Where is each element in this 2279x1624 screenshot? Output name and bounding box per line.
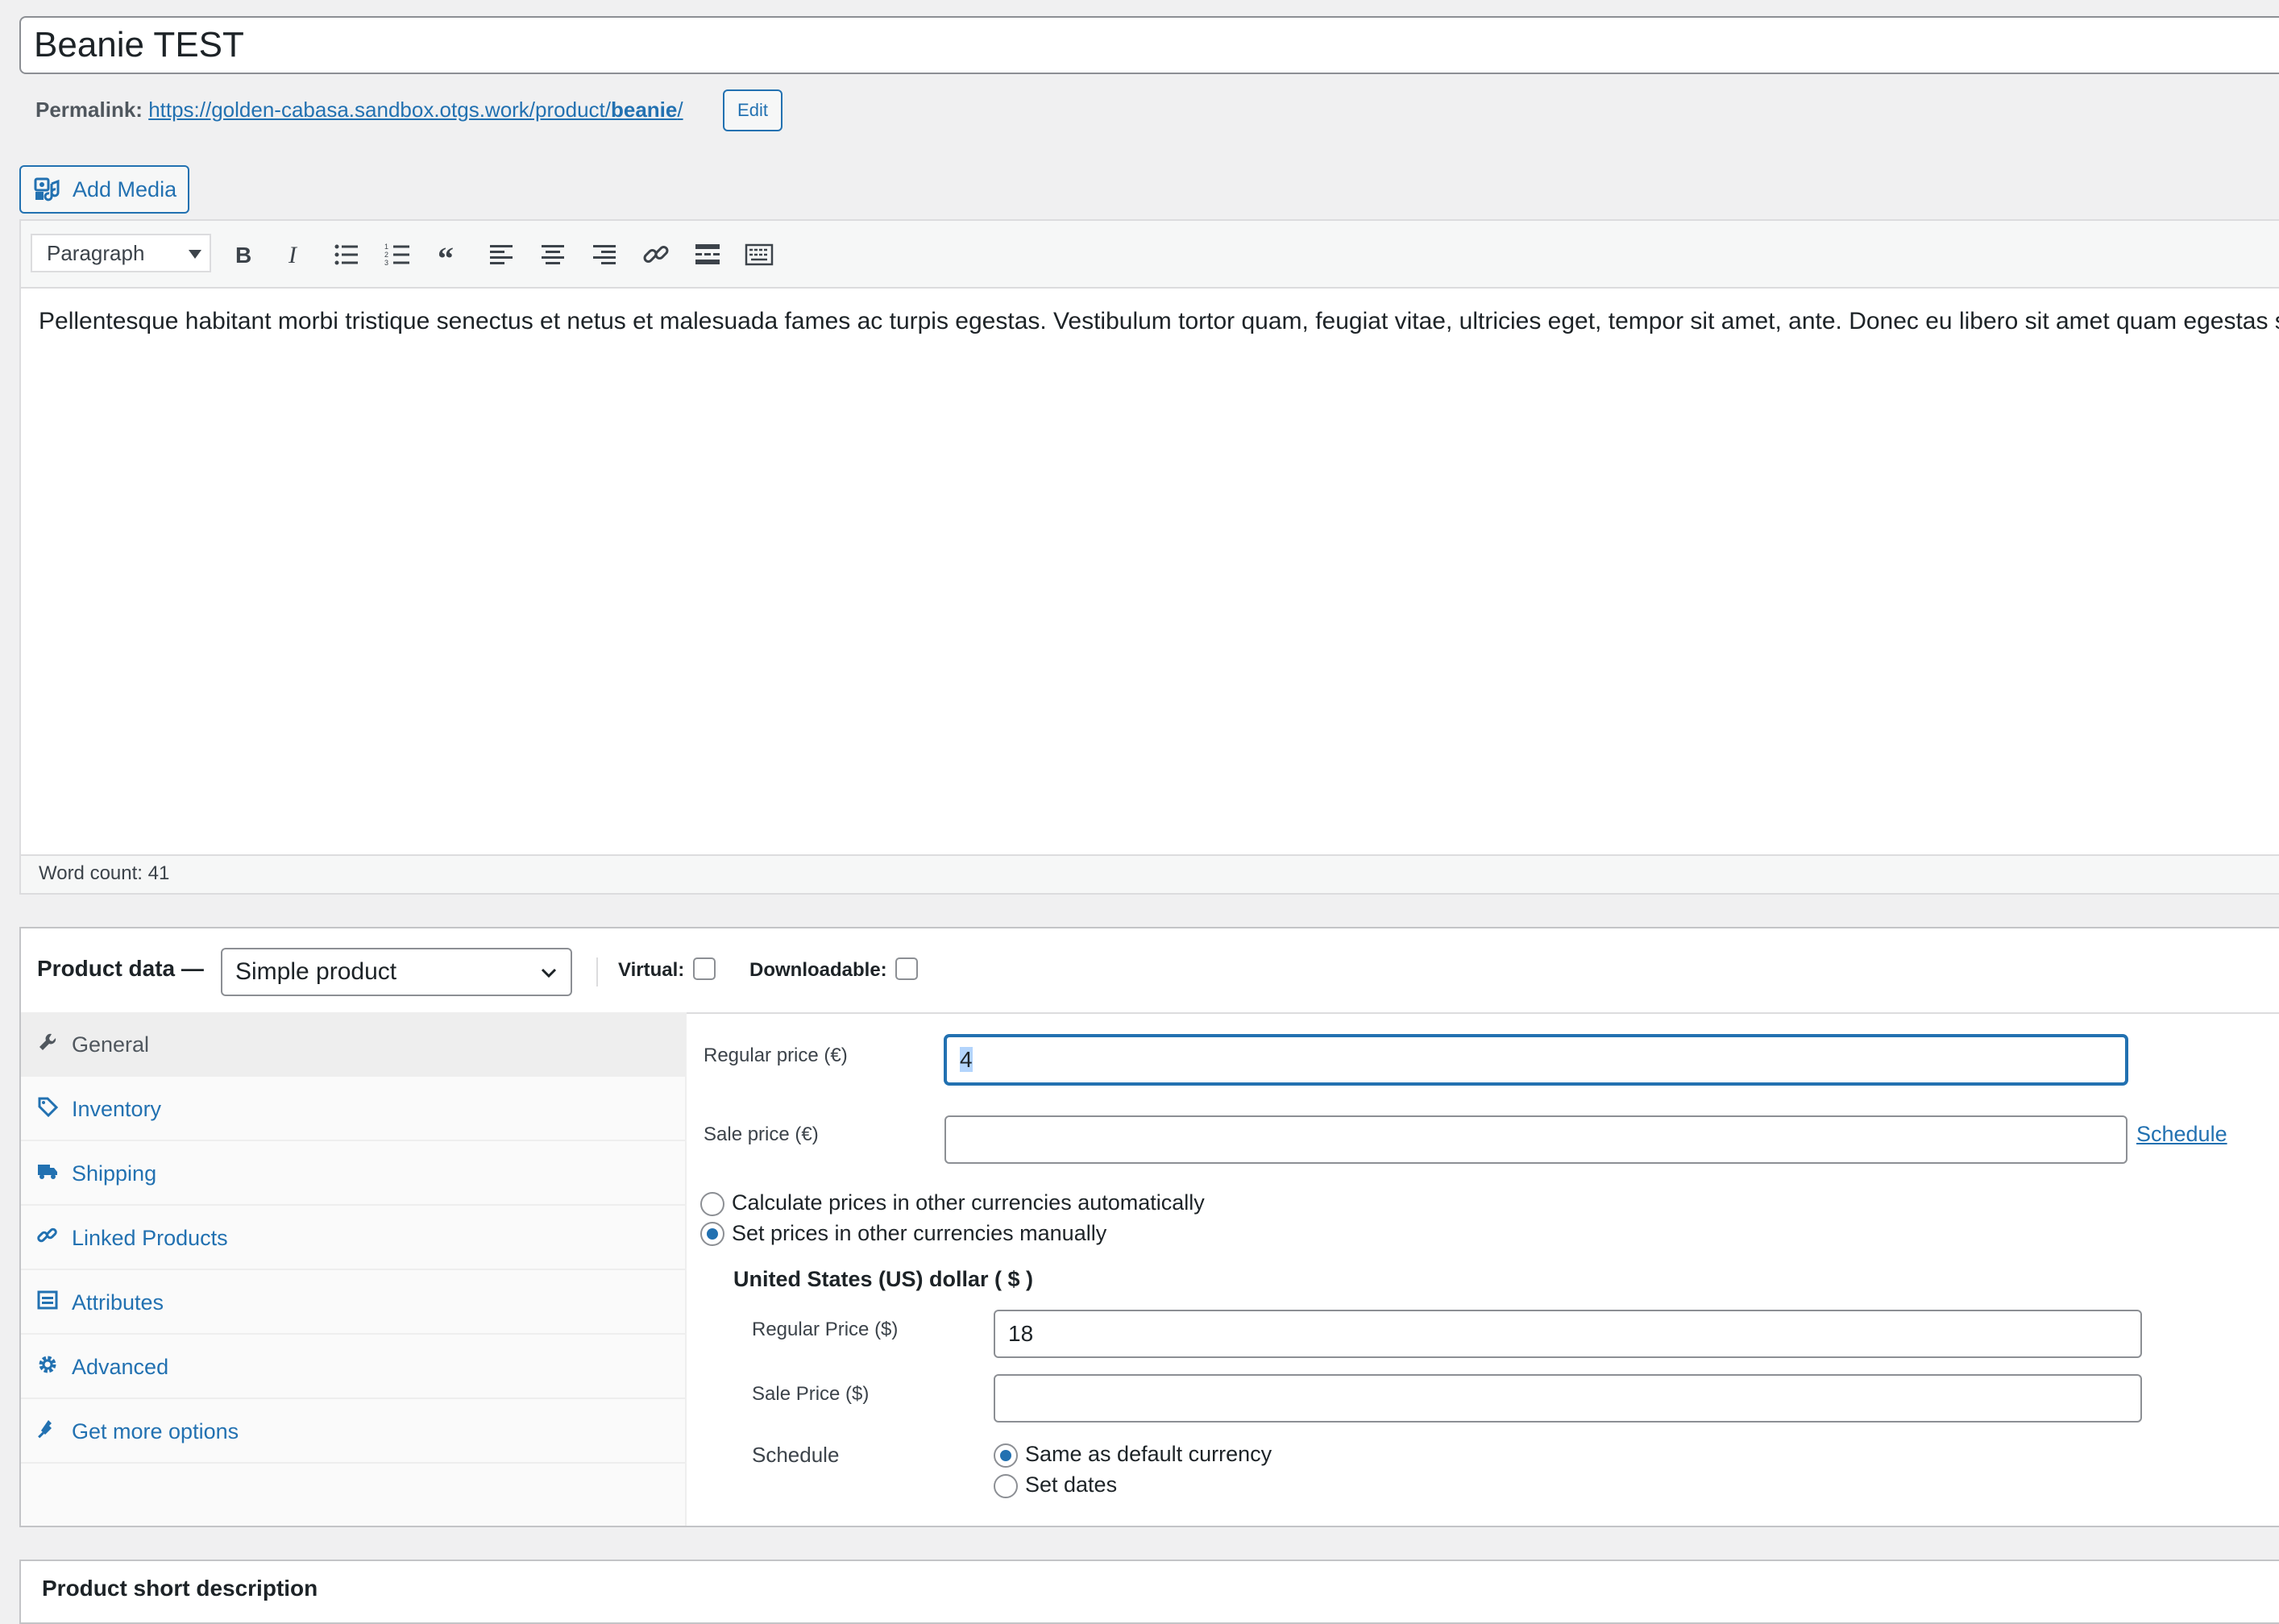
editor-content[interactable]: Pellentesque habitant morbi tristique se…: [39, 305, 2279, 339]
bulleted-list-icon[interactable]: [330, 239, 363, 271]
regular-price-value: 4: [960, 1047, 973, 1072]
tab-inventory-label: Inventory: [72, 1097, 162, 1121]
tab-advanced[interactable]: Advanced: [21, 1335, 685, 1399]
format-select-value: Paragraph: [47, 241, 145, 265]
editor-statusbar: Word count: 41: [21, 854, 2279, 893]
usd-sale-price-input[interactable]: [994, 1374, 2142, 1423]
set-dates-radio[interactable]: [994, 1474, 1018, 1498]
tab-get-more-options[interactable]: Get more options: [21, 1399, 685, 1464]
usd-regular-price-label: Regular Price ($): [752, 1319, 899, 1340]
product-data-panel: Product data — Simple product Virtual: D…: [19, 927, 2279, 1527]
downloadable-checkbox[interactable]: [895, 957, 918, 980]
usd-regular-price-input[interactable]: 18: [994, 1310, 2142, 1358]
schedule-link[interactable]: Schedule: [2136, 1122, 2227, 1147]
content-editor: Paragraph B I 123 “ Pellentesque habitan…: [19, 219, 2279, 895]
link-icon[interactable]: [640, 239, 672, 271]
plugin-icon: [38, 1420, 52, 1439]
add-media-label: Add Media: [73, 177, 177, 201]
add-media-button[interactable]: Add Media: [19, 165, 189, 214]
read-more-icon[interactable]: [691, 239, 724, 271]
usd-regular-price-value: 18: [1008, 1321, 1034, 1346]
sale-price-label: Sale price (€): [704, 1124, 819, 1145]
tab-general-label: General: [72, 1032, 150, 1057]
permalink-row: Permalink: https://golden-cabasa.sandbox…: [35, 95, 683, 124]
product-data-title: Product data —: [37, 956, 204, 981]
permalink-link[interactable]: https://golden-cabasa.sandbox.otgs.work/…: [148, 98, 683, 122]
auto-currency-radio[interactable]: [700, 1192, 724, 1216]
divider: [596, 957, 598, 986]
regular-price-label: Regular price (€): [704, 1045, 848, 1066]
auto-currency-label: Calculate prices in other currencies aut…: [732, 1190, 1205, 1215]
editor-paragraph: Pellentesque habitant morbi tristique se…: [39, 308, 2279, 334]
align-right-icon[interactable]: [588, 239, 621, 271]
same-as-default-label: Same as default currency: [1025, 1442, 1272, 1466]
format-select[interactable]: Paragraph: [31, 234, 211, 272]
product-type-select[interactable]: Simple product: [221, 948, 572, 996]
tab-get-more-options-label: Get more options: [72, 1419, 239, 1443]
svg-text:2: 2: [384, 251, 388, 259]
tab-general[interactable]: General: [21, 1012, 685, 1077]
sale-price-input[interactable]: [944, 1115, 2127, 1164]
regular-price-input[interactable]: 4: [944, 1035, 2127, 1085]
gear-icon: [39, 1356, 56, 1373]
short-description-panel: Product short description: [19, 1560, 2279, 1624]
product-type-value: Simple product: [235, 958, 397, 985]
svg-text:1: 1: [384, 243, 388, 251]
italic-icon[interactable]: I: [279, 239, 311, 271]
align-center-icon[interactable]: [537, 239, 569, 271]
wrench-icon: [39, 1033, 56, 1050]
virtual-label: Virtual:: [618, 959, 685, 981]
product-data-header: Product data — Simple product Virtual: D…: [21, 928, 2279, 1014]
link-icon: [37, 1227, 57, 1243]
tab-shipping-label: Shipping: [72, 1161, 157, 1186]
svg-text:I: I: [288, 242, 298, 268]
virtual-checkbox[interactable]: [693, 957, 716, 980]
currency-heading: United States (US) dollar ( $ ): [733, 1267, 1034, 1291]
permalink-edit-button[interactable]: Edit: [723, 89, 782, 131]
svg-text:3: 3: [384, 259, 388, 267]
chevron-down-icon: [541, 968, 557, 978]
list-icon: [37, 1290, 58, 1310]
bold-icon[interactable]: B: [227, 239, 259, 271]
permalink-label: Permalink:: [35, 98, 143, 122]
svg-text:“: “: [438, 240, 454, 269]
caret-down-icon: [189, 250, 201, 259]
media-icon: [34, 177, 60, 201]
set-dates-label: Set dates: [1025, 1472, 1118, 1497]
downloadable-label: Downloadable:: [749, 959, 887, 981]
tab-shipping[interactable]: Shipping: [21, 1141, 685, 1206]
product-title-input[interactable]: [19, 16, 2279, 74]
align-left-icon[interactable]: [485, 239, 517, 271]
tab-linked-products-label: Linked Products: [72, 1226, 228, 1250]
manual-currency-radio[interactable]: [700, 1222, 724, 1246]
manual-currency-label: Set prices in other currencies manually: [732, 1221, 1107, 1245]
tab-linked-products[interactable]: Linked Products: [21, 1206, 685, 1270]
tag-icon: [38, 1097, 58, 1117]
svg-text:B: B: [235, 243, 251, 268]
tab-attributes-label: Attributes: [72, 1290, 164, 1315]
word-count: Word count: 41: [39, 862, 170, 884]
tab-advanced-label: Advanced: [72, 1355, 169, 1379]
toolbar-toggle-icon[interactable]: [743, 239, 775, 271]
numbered-list-icon[interactable]: 123: [382, 239, 414, 271]
tab-attributes[interactable]: Attributes: [21, 1270, 685, 1335]
tab-inventory[interactable]: Inventory: [21, 1077, 685, 1141]
short-description-title: Product short description: [42, 1576, 318, 1601]
product-data-tabs: General Inventory Shipping Linked Produc…: [21, 1012, 687, 1526]
truck-icon: [38, 1165, 57, 1179]
same-as-default-radio[interactable]: [994, 1443, 1018, 1468]
blockquote-icon[interactable]: “: [434, 239, 466, 271]
usd-schedule-label: Schedule: [752, 1443, 840, 1467]
usd-sale-price-label: Sale Price ($): [752, 1383, 870, 1405]
editor-toolbar: Paragraph B I 123 “: [21, 221, 2279, 289]
